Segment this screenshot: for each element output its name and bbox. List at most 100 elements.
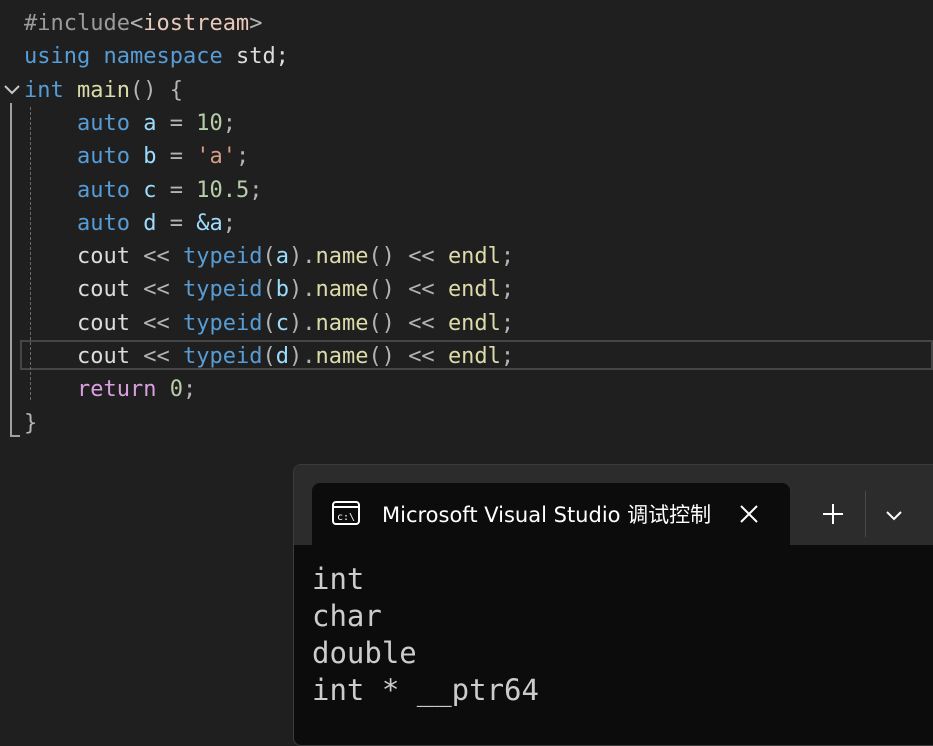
code-token: () xyxy=(368,344,409,369)
code-token: ; xyxy=(249,177,263,203)
code-token: << xyxy=(143,310,170,336)
code-line-text: auto d = &a; xyxy=(24,207,236,240)
code-token: &a xyxy=(196,210,223,236)
code-token: endl xyxy=(447,244,501,270)
code-token: = xyxy=(156,177,197,203)
code-token: ( xyxy=(262,344,276,369)
code-token: a xyxy=(275,244,289,270)
close-icon[interactable] xyxy=(738,503,760,525)
console-tab[interactable]: c:\ Microsoft Visual Studio 调试控制台 xyxy=(312,483,790,547)
code-editor[interactable]: #include<iostream> using namespace std; in… xyxy=(0,0,933,470)
debug-console-window[interactable]: c:\ Microsoft Visual Studio 调试控制台 int ch… xyxy=(293,464,933,746)
code-line-text: cout << typeid(d).name() << endl; xyxy=(24,340,514,373)
code-token: d xyxy=(275,344,289,369)
code-token: auto xyxy=(76,110,130,136)
code-token: ; xyxy=(222,210,236,236)
code-line[interactable]: auto c = 10.5; xyxy=(0,174,933,207)
code-token: = xyxy=(156,110,197,136)
code-line-text: cout << typeid(c).name() << endl; xyxy=(24,307,514,340)
code-token: ). xyxy=(288,344,316,369)
code-line[interactable]: cout << typeid(a).name() << endl; xyxy=(0,240,933,273)
code-token: = xyxy=(156,210,197,236)
code-token: name xyxy=(315,344,369,369)
code-line[interactable]: } xyxy=(0,407,933,440)
code-line-text: cout << typeid(a).name() << endl; xyxy=(24,240,514,273)
console-titlebar[interactable]: c:\ Microsoft Visual Studio 调试控制台 xyxy=(294,465,933,547)
code-token: << xyxy=(408,244,435,270)
chevron-down-icon[interactable] xyxy=(884,505,904,525)
code-token: << xyxy=(143,244,170,270)
svg-text:c:\: c:\ xyxy=(337,512,355,523)
code-token: ). xyxy=(288,244,316,270)
code-line-text: using namespace std; xyxy=(24,40,289,73)
code-token: } xyxy=(24,410,38,436)
code-token: ). xyxy=(288,277,316,303)
code-line-text: auto c = 10.5; xyxy=(24,174,262,207)
code-token: ; xyxy=(235,144,250,170)
code-line-text: int main() { xyxy=(24,74,183,107)
code-token: std; xyxy=(222,44,289,70)
code-token: ; xyxy=(182,377,197,403)
code-token: ). xyxy=(288,310,316,336)
code-token: ( xyxy=(262,310,276,336)
code-token: name xyxy=(315,277,369,303)
code-token: cout xyxy=(24,277,144,303)
code-token: << xyxy=(408,277,435,303)
code-token: c xyxy=(275,310,289,336)
code-token: ; xyxy=(500,277,515,303)
plus-icon[interactable] xyxy=(822,503,844,525)
code-token: = xyxy=(156,144,197,170)
code-token: typeid xyxy=(182,244,263,270)
code-line-text: auto b = 'a'; xyxy=(24,140,249,173)
code-line[interactable]: cout << typeid(d).name() << endl; xyxy=(0,340,933,373)
code-line-text: } xyxy=(24,407,37,440)
code-line-text: #include<iostream> xyxy=(24,7,262,40)
code-token: ( xyxy=(262,277,276,303)
code-token: b xyxy=(143,144,157,170)
terminal-icon: c:\ xyxy=(332,501,360,525)
code-token: #include xyxy=(24,11,130,36)
code-token: typeid xyxy=(182,277,263,303)
code-token: typeid xyxy=(182,344,263,369)
code-token: > xyxy=(249,11,263,36)
code-token: () xyxy=(368,244,409,270)
code-line[interactable]: return 0; xyxy=(0,373,933,406)
code-line[interactable]: auto d = &a; xyxy=(0,207,933,240)
code-token: << xyxy=(143,344,170,369)
code-token: name xyxy=(315,310,369,336)
code-line[interactable]: cout << typeid(b).name() << endl; xyxy=(0,273,933,306)
code-token: ; xyxy=(500,244,515,270)
code-line[interactable]: #include<iostream> xyxy=(0,7,933,40)
code-token: main xyxy=(77,77,130,103)
code-token: () { xyxy=(129,77,183,103)
code-token: < xyxy=(129,11,144,36)
code-token: b xyxy=(275,277,289,303)
code-token: cout xyxy=(24,344,144,369)
code-line[interactable]: using namespace std; xyxy=(0,40,933,73)
code-token: namespace xyxy=(103,44,223,70)
code-token: () xyxy=(368,310,409,336)
code-token: 10 xyxy=(196,110,223,136)
code-token: iostream xyxy=(143,11,250,36)
code-line[interactable]: cout << typeid(c).name() << endl; xyxy=(0,307,933,340)
code-token: using xyxy=(24,44,91,70)
code-token: d xyxy=(143,210,157,236)
code-line[interactable]: auto a = 10; xyxy=(0,107,933,140)
console-tab-title: Microsoft Visual Studio 调试控制台 xyxy=(382,503,712,527)
code-line[interactable]: int main() { xyxy=(0,74,933,107)
code-line[interactable]: auto b = 'a'; xyxy=(0,140,933,173)
code-token: << xyxy=(408,344,435,369)
code-line-text: cout << typeid(b).name() << endl; xyxy=(24,273,514,306)
